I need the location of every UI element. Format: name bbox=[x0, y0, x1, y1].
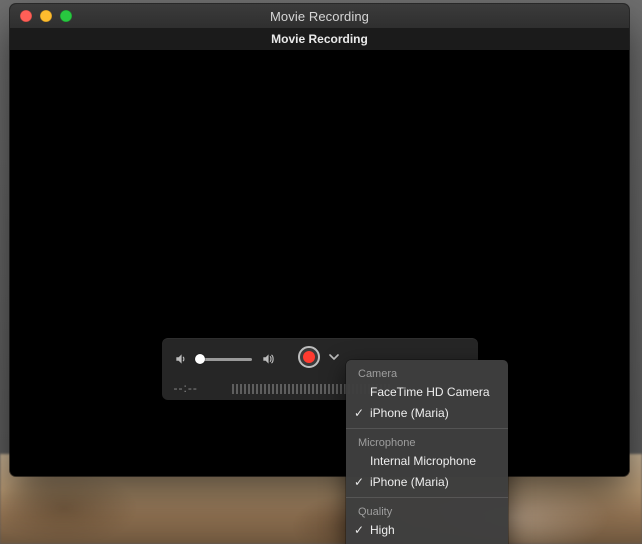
zoom-window-button[interactable] bbox=[60, 10, 72, 22]
record-options-button[interactable] bbox=[326, 346, 342, 368]
window-traffic-lights bbox=[20, 10, 72, 22]
record-button[interactable] bbox=[298, 346, 320, 368]
checkmark-icon: ✓ bbox=[352, 475, 366, 490]
menu-item[interactable]: ✓ High bbox=[346, 520, 508, 541]
window-subtitle: Movie Recording bbox=[271, 32, 368, 46]
checkmark-icon: ✓ bbox=[352, 406, 366, 421]
menu-item[interactable]: Internal Microphone bbox=[346, 451, 508, 472]
volume-slider-thumb[interactable] bbox=[195, 354, 205, 364]
menu-section-label: Camera bbox=[346, 364, 508, 382]
menu-section-label: Microphone bbox=[346, 433, 508, 451]
menu-section-label: Quality bbox=[346, 502, 508, 520]
menu-item-label: High bbox=[370, 523, 395, 538]
video-preview-area bbox=[10, 50, 629, 476]
window-subheader: Movie Recording bbox=[10, 28, 629, 51]
menu-separator bbox=[346, 497, 508, 498]
close-window-button[interactable] bbox=[20, 10, 32, 22]
volume-high-icon bbox=[260, 352, 276, 366]
menu-item-label: iPhone (Maria) bbox=[370, 475, 449, 490]
menu-separator bbox=[346, 428, 508, 429]
menu-item-label: iPhone (Maria) bbox=[370, 406, 449, 421]
minimize-window-button[interactable] bbox=[40, 10, 52, 22]
record-options-menu: Camera FaceTime HD Camera ✓ iPhone (Maria) M… bbox=[346, 360, 508, 544]
volume-slider[interactable] bbox=[196, 358, 252, 361]
volume-low-icon bbox=[174, 352, 188, 366]
record-icon bbox=[303, 351, 315, 363]
window-titlebar[interactable]: Movie Recording bbox=[10, 4, 629, 28]
quicktime-window: Movie Recording Movie Recording bbox=[10, 4, 629, 476]
menu-item-label: FaceTime HD Camera bbox=[370, 385, 490, 400]
menu-item[interactable]: ✓ iPhone (Maria) bbox=[346, 472, 508, 493]
menu-item-label: Internal Microphone bbox=[370, 454, 476, 469]
window-title: Movie Recording bbox=[270, 9, 369, 24]
recording-timecode: --:-- bbox=[174, 381, 222, 395]
checkmark-icon: ✓ bbox=[352, 523, 366, 538]
menu-item[interactable]: FaceTime HD Camera bbox=[346, 382, 508, 403]
menu-item[interactable]: ✓ iPhone (Maria) bbox=[346, 403, 508, 424]
